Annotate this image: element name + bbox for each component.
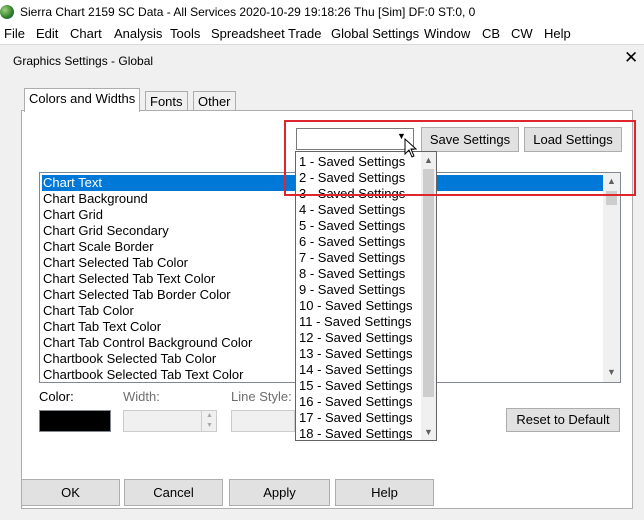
list-item[interactable]: Chart Tab Color	[42, 303, 134, 319]
dropdown-item[interactable]: 18 - Saved Settings	[299, 426, 412, 440]
width-spinner-icon: ▲ ▼	[201, 411, 217, 431]
menu-file[interactable]: File	[4, 26, 25, 41]
color-label: Color:	[39, 389, 74, 404]
apply-button[interactable]: Apply	[229, 479, 330, 506]
tab-colors-and-widths[interactable]: Colors and Widths	[24, 88, 141, 112]
cancel-button[interactable]: Cancel	[124, 479, 223, 506]
menu-spreadsheet[interactable]: Spreadsheet	[211, 26, 285, 41]
dropdown-item[interactable]: 14 - Saved Settings	[299, 362, 412, 378]
line-style-label: Line Style:	[231, 389, 292, 404]
app-title-bar: Sierra Chart 2159 SC Data - All Services…	[0, 0, 644, 24]
color-swatch[interactable]	[39, 410, 111, 432]
menu-bar: File Edit Chart Analysis Tools Spreadshe…	[0, 24, 644, 44]
menu-cb[interactable]: CB	[482, 26, 500, 41]
dropdown-item[interactable]: 16 - Saved Settings	[299, 394, 412, 410]
app-globe-icon	[0, 5, 14, 19]
menu-analysis[interactable]: Analysis	[114, 26, 162, 41]
menu-trade[interactable]: Trade	[288, 26, 321, 41]
list-item[interactable]: Chartbook Selected Tab Color	[42, 351, 216, 367]
dropdown-item[interactable]: 8 - Saved Settings	[299, 266, 405, 282]
dropdown-scroll-thumb[interactable]	[423, 169, 434, 397]
list-item[interactable]: Chart Selected Tab Color	[42, 255, 188, 271]
dropdown-item[interactable]: 12 - Saved Settings	[299, 330, 412, 346]
list-item[interactable]: Chart Grid	[42, 207, 103, 223]
list-item[interactable]: Chart Scale Border	[42, 239, 154, 255]
dropdown-item[interactable]: 7 - Saved Settings	[299, 250, 405, 266]
tab-fonts[interactable]: Fonts	[145, 91, 188, 112]
highlight-box	[284, 120, 636, 196]
tab-other[interactable]: Other	[193, 91, 236, 112]
menu-edit[interactable]: Edit	[36, 26, 58, 41]
list-item[interactable]: Chartbook Selected Tab Text Color	[42, 367, 243, 382]
dropdown-item[interactable]: 15 - Saved Settings	[299, 378, 412, 394]
list-item[interactable]: Chart Tab Control Background Color	[42, 335, 252, 351]
menu-window[interactable]: Window	[424, 26, 470, 41]
scroll-down-icon[interactable]: ▼	[421, 424, 436, 440]
dropdown-item[interactable]: 10 - Saved Settings	[299, 298, 412, 314]
list-scrollbar[interactable]: ▲ ▼	[603, 173, 620, 382]
dropdown-item[interactable]: 6 - Saved Settings	[299, 234, 405, 250]
list-item[interactable]: Chart Grid Secondary	[42, 223, 169, 239]
help-button[interactable]: Help	[335, 479, 434, 506]
reset-to-default-button[interactable]: Reset to Default	[506, 408, 620, 432]
close-icon[interactable]: ✕	[624, 48, 638, 68]
dropdown-item[interactable]: 17 - Saved Settings	[299, 410, 412, 426]
ok-button[interactable]: OK	[21, 479, 120, 506]
list-item[interactable]: Chart Background	[42, 191, 148, 207]
dropdown-item[interactable]: 5 - Saved Settings	[299, 218, 405, 234]
menu-global-settings[interactable]: Global Settings	[331, 26, 419, 41]
dialog-title: Graphics Settings - Global	[13, 54, 154, 68]
dropdown-item[interactable]: 11 - Saved Settings	[299, 314, 412, 330]
menu-cw[interactable]: CW	[511, 26, 533, 41]
menu-chart[interactable]: Chart	[70, 26, 102, 41]
app-title: Sierra Chart 2159 SC Data - All Services…	[20, 5, 476, 19]
list-item[interactable]: Chart Tab Text Color	[42, 319, 161, 335]
mouse-cursor-icon	[404, 138, 418, 158]
dropdown-item[interactable]: 13 - Saved Settings	[299, 346, 412, 362]
menu-help[interactable]: Help	[544, 26, 571, 41]
menu-tools[interactable]: Tools	[170, 26, 200, 41]
list-item[interactable]: Chart Selected Tab Border Color	[42, 287, 231, 303]
list-item[interactable]: Chart Selected Tab Text Color	[42, 271, 215, 287]
scroll-down-icon[interactable]: ▼	[603, 364, 620, 380]
width-label: Width:	[123, 389, 160, 404]
dropdown-item[interactable]: 4 - Saved Settings	[299, 202, 405, 218]
dropdown-item[interactable]: 9 - Saved Settings	[299, 282, 405, 298]
line-style-select	[231, 410, 295, 432]
